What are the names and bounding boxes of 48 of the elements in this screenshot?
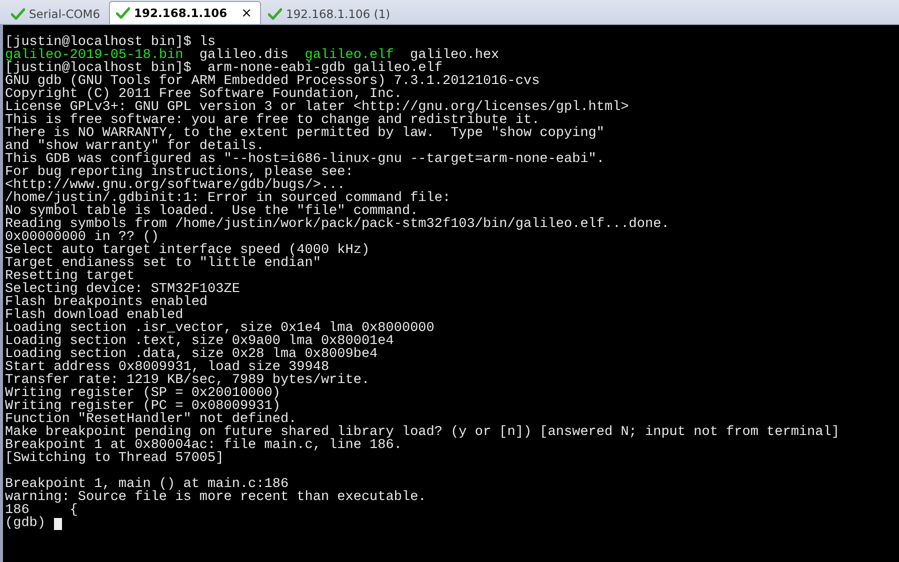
terminal-line: License GPLv3+: GNU GPL version 3 or later <http://gnu.org/licenses/gpl.html>: [5, 101, 630, 114]
file-name: galileo.elf: [304, 49, 394, 62]
terminal-line: warning: Source file is more recent than executable.: [5, 491, 428, 504]
terminal-line: Writing register (PC = 0x08009931): [5, 400, 280, 413]
terminal-line: Reading symbols from /home/justin/work/pack/pack-stm32f103/bin/galileo.elf...done.: [5, 218, 670, 231]
file-name: galileo.dis: [199, 49, 289, 62]
close-icon[interactable]: ×: [241, 6, 252, 20]
session-tab[interactable]: 192.168.1.106 (1): [261, 3, 400, 24]
terminal-line: Function "ResetHandler" not defined.: [5, 413, 297, 426]
terminal-line: Make breakpoint pending on future shared library load? (y or [n]) [answered N; input not from terminal]: [5, 426, 840, 439]
terminal-line: Resetting target: [5, 270, 135, 283]
file-name: galileo.hex: [410, 49, 500, 62]
terminal-line: Flash breakpoints enabled: [5, 296, 209, 309]
terminal-line: 186 {: [5, 504, 79, 517]
terminal-line: <http://www.gnu.org/software/gdb/bugs/>...: [5, 179, 346, 192]
terminal-line: Loading section .text, size 0x9a00 lma 0x80001e4: [5, 335, 395, 348]
session-tab[interactable]: Serial-COM6: [4, 3, 110, 24]
terminal-line: Loading section .isr_vector, size 0x1e4 lma 0x8000000: [5, 322, 436, 335]
terminal-line: No symbol table is loaded. Use the "file" command.: [5, 205, 418, 218]
terminal-line: Flash download enabled: [5, 309, 184, 322]
checkmark-icon: [116, 7, 130, 19]
terminal-line: Breakpoint 1, main () at main.c:186: [5, 478, 290, 491]
terminal-line: [Switching to Thread 57005]: [5, 452, 225, 465]
terminal-line: 0x00000000 in ?? (): [5, 231, 160, 244]
terminal-line: [justin@localhost bin]$ arm-none-eabi-gdb galileo.elf: [5, 62, 442, 75]
terminal-line: Start address 0x8009931, load size 39948: [5, 361, 330, 374]
terminal-line: There is NO WARRANTY, to the extent permitted by law. Type "show copying": [5, 127, 606, 140]
terminal-line: /home/justin/.gdbinit:1: Error in sourced command file:: [5, 192, 452, 205]
terminal-line: Loading section .data, size 0x28 lma 0x8009be4: [5, 348, 379, 361]
terminal-line: GNU gdb (GNU Tools for ARM Embedded Processors) 7.3.1.20121016-cvs: [5, 75, 541, 88]
checkmark-icon: [268, 8, 282, 20]
terminal-line: This GDB was configured as "--host=i686-linux-gnu --target=arm-none-eabi".: [5, 153, 606, 166]
file-name: galileo-2019-05-18.bin: [5, 49, 184, 62]
terminal-line: Selecting device: STM32F103ZE: [5, 283, 241, 296]
terminal-line: [justin@localhost bin]$ ls: [5, 36, 216, 49]
text-cursor: [54, 518, 62, 530]
terminal-line: Transfer rate: 1219 KB/sec, 7989 bytes/write.: [5, 374, 371, 387]
terminal-line: For bug reporting instructions, please see:: [5, 166, 354, 179]
terminal-line: Copyright (C) 2011 Free Software Foundation, Inc.: [5, 88, 402, 101]
terminal-line: Breakpoint 1 at 0x80004ac: file main.c, line 186.: [5, 439, 403, 452]
terminal-line: This is free software: you are free to change and redistribute it.: [5, 114, 540, 127]
gdb-prompt: (gdb): [5, 517, 46, 530]
checkmark-icon: [11, 8, 25, 20]
terminal-line: Target endianess set to "little endian": [5, 257, 322, 270]
terminal-line: and "show warranty" for details.: [5, 140, 264, 153]
terminal-line: Writing register (SP = 0x20010000): [5, 387, 282, 400]
terminal-line: Select auto target interface speed (4000 kHz): [5, 244, 371, 257]
session-tab[interactable]: 192.168.1.106 ×: [109, 1, 262, 24]
